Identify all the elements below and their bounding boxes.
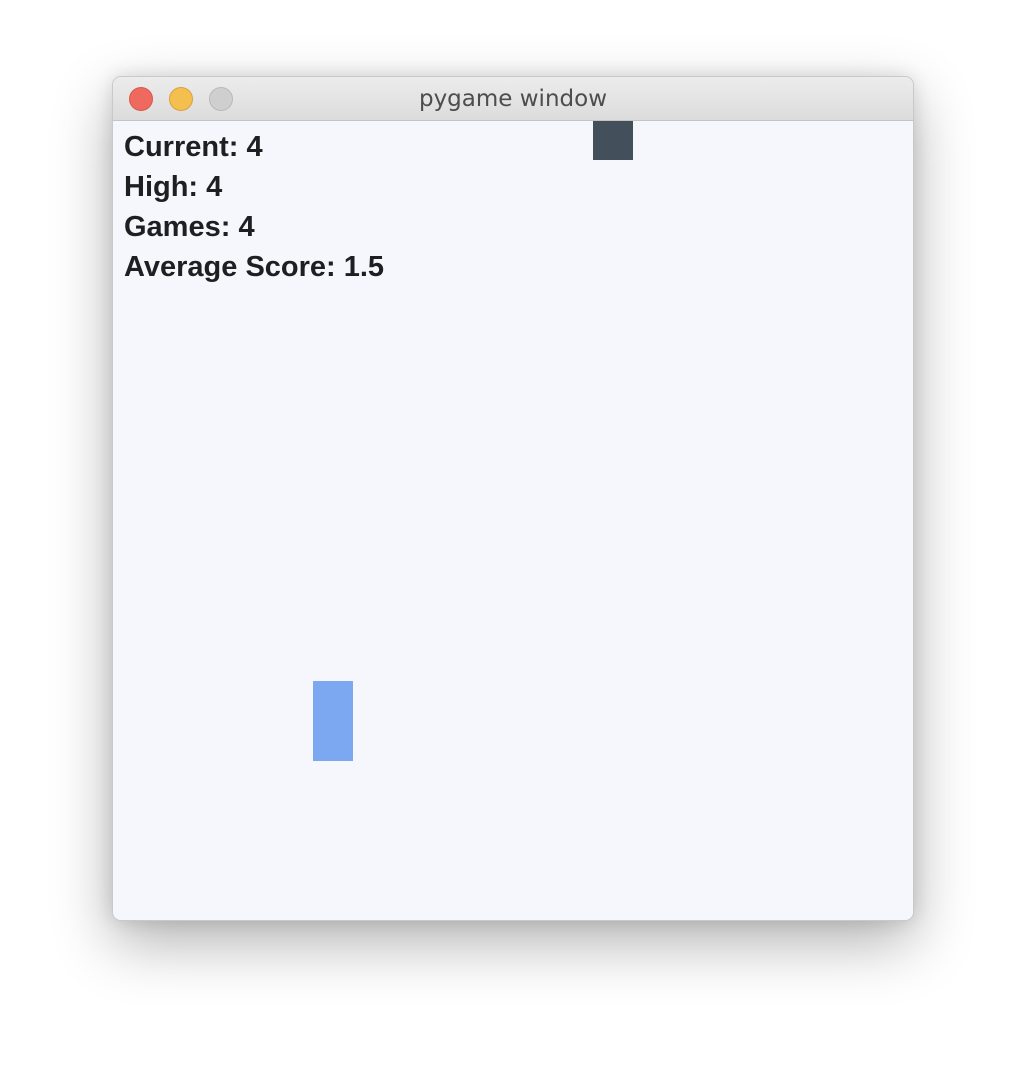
- game-canvas[interactable]: Current: 4 High: 4 Games: 4 Average Scor…: [113, 121, 913, 920]
- pygame-window: pygame window Current: 4 High: 4 Games: …: [112, 76, 914, 921]
- current-score-text: Current: 4: [124, 131, 263, 163]
- title-bar[interactable]: pygame window: [113, 77, 913, 121]
- games-count-text: Games: 4: [124, 211, 255, 243]
- high-score-text: High: 4: [124, 171, 223, 203]
- falling-block: [593, 121, 633, 160]
- average-score-text: Average Score: 1.5: [124, 251, 385, 283]
- player-paddle: [313, 681, 353, 761]
- window-title: pygame window: [418, 86, 608, 112]
